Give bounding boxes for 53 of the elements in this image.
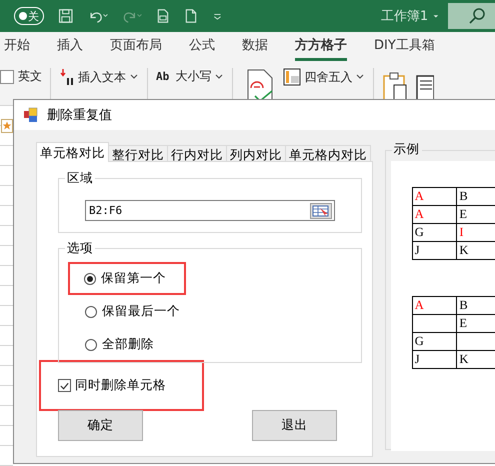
save-icon[interactable] (58, 6, 74, 26)
ribbon-tab[interactable]: 插入 (57, 32, 83, 60)
dialog-tab[interactable]: 行内对比 (167, 145, 227, 162)
document-title[interactable]: 工作簿1 (380, 7, 428, 25)
table-cell: G (412, 332, 457, 350)
autosave-toggle[interactable]: 关 (14, 7, 44, 25)
ribbon-tab[interactable]: DIY工具箱 (374, 32, 435, 60)
clipboard-icon[interactable] (382, 71, 408, 101)
search-field[interactable] (448, 3, 495, 29)
radio-button[interactable] (85, 306, 97, 318)
dialog-tab[interactable]: 整行对比 (108, 145, 168, 162)
ribbon-tab[interactable]: 页面布局 (110, 32, 162, 60)
table-cell: J (412, 350, 457, 368)
table-cell: A (412, 296, 457, 314)
dialog-button[interactable]: 退出 (252, 410, 337, 441)
table-cell: J (412, 242, 457, 260)
checkbox-label[interactable]: 同时删除单元格 (75, 377, 166, 394)
ribbon-button[interactable]: 插入文本 (59, 68, 139, 86)
ribbon-button[interactable]: Ab 大小写 (156, 68, 224, 85)
table-cell: G (412, 224, 457, 242)
insert-text-icon[interactable] (59, 68, 75, 86)
checkbox-label[interactable]: 英文 (18, 68, 42, 85)
group-title: 选项 (65, 240, 95, 257)
table-cell: B (456, 296, 495, 314)
ribbon-tab[interactable]: 开始 (4, 32, 30, 60)
dialog-tab[interactable]: 单元格对比 (36, 142, 109, 162)
ribbon-button[interactable]: 四舍五入 (283, 68, 366, 86)
table-cell: A (412, 188, 457, 206)
caret-icon[interactable] (214, 72, 224, 82)
ribbon-tab[interactable]: 公式 (189, 32, 215, 60)
rounding-icon[interactable] (283, 68, 302, 86)
star-icon[interactable] (1, 119, 13, 133)
table-cell: A (412, 206, 457, 224)
checkbox[interactable] (0, 70, 14, 84)
range-select-icon[interactable] (310, 202, 332, 218)
dialog-button[interactable]: 确定 (58, 410, 143, 441)
app-icon[interactable] (23, 107, 39, 123)
range-field[interactable]: B2:F6 (85, 200, 335, 221)
radio-label[interactable]: 全部删除 (102, 336, 154, 353)
ribbon-tab[interactable]: 数据 (242, 32, 268, 60)
dialog-tab[interactable]: 单元格内对比 (285, 145, 371, 162)
radio-label[interactable]: 保留第一个 (101, 270, 166, 287)
document-check-icon[interactable] (245, 68, 276, 102)
search-icon[interactable] (468, 7, 486, 25)
new-document-icon[interactable] (184, 6, 198, 26)
group-title: 示例 (392, 141, 422, 158)
radio-button[interactable] (84, 272, 96, 284)
radio-button[interactable] (85, 338, 97, 350)
table-cell: B (456, 188, 495, 206)
dialog-tab[interactable]: 列内对比 (226, 145, 286, 162)
print-preview-icon[interactable] (156, 6, 170, 26)
radio-label[interactable]: 保留最后一个 (102, 303, 180, 320)
dialog-title: 删除重复值 (47, 107, 112, 124)
